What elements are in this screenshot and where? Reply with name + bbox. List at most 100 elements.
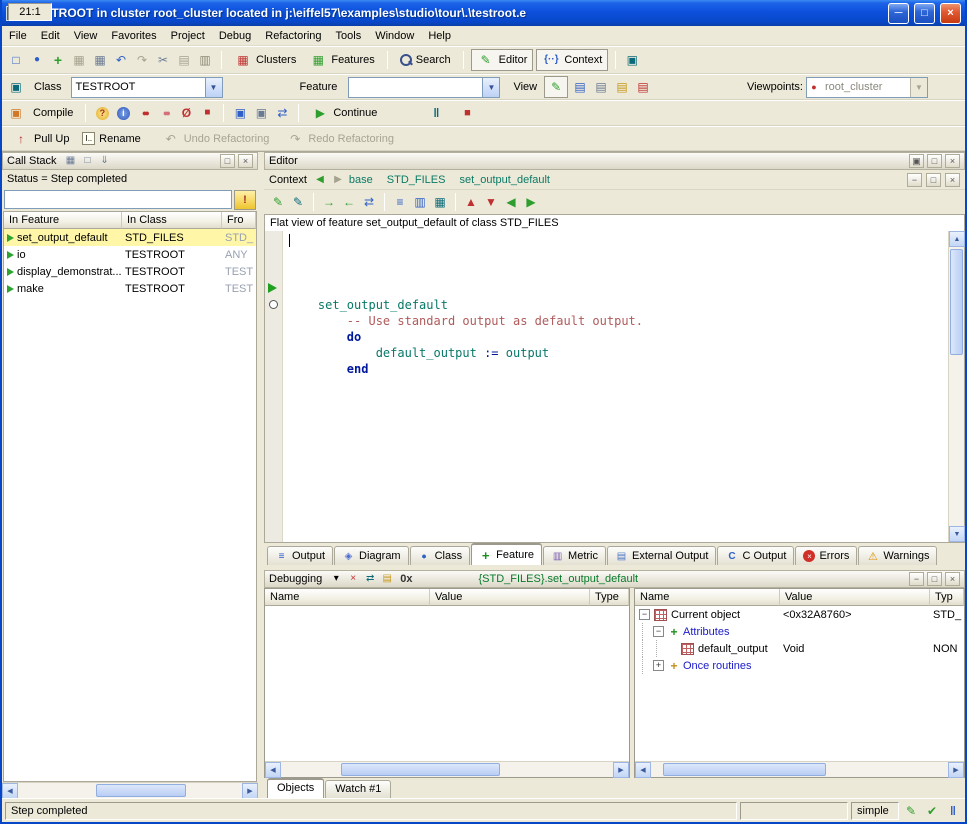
pull-up-button[interactable]: ↑ Pull Up <box>7 128 74 150</box>
system-windows-icon[interactable]: ▣ <box>252 105 270 122</box>
tab-external-output[interactable]: ▤External Output <box>607 546 716 565</box>
objects-hscrollbar[interactable]: ◀ ▶ <box>635 761 964 777</box>
tab-errors[interactable]: ×Errors <box>795 546 857 565</box>
call-stack-row[interactable]: set_output_defaultSTD_FILESSTD_ <box>4 229 256 246</box>
maximize-pane-icon[interactable]: □ <box>220 154 235 168</box>
menu-refactoring[interactable]: Refactoring <box>258 27 328 45</box>
objects-table-body[interactable]: −Current object<0x32A8760>STD_−+Attribut… <box>635 606 964 761</box>
column-header-name[interactable]: Name <box>635 589 780 606</box>
pause-button[interactable]: ‖ <box>427 105 445 122</box>
tab-c-output[interactable]: CC Output <box>717 546 794 565</box>
close-pane-icon[interactable]: × <box>945 173 960 187</box>
new-window-icon[interactable]: □ <box>7 52 25 69</box>
project-settings-icon[interactable]: ▣ <box>7 105 25 122</box>
menu-debug[interactable]: Debug <box>212 27 258 45</box>
watch-hscrollbar[interactable]: ◀ ▶ <box>265 761 629 777</box>
descendants-icon[interactable]: ▼ <box>482 194 500 211</box>
chevron-down-icon[interactable]: ▾ <box>329 573 343 586</box>
finalize-icon[interactable]: ■ <box>198 105 216 122</box>
forward-icon[interactable]: ▶ <box>331 173 345 186</box>
minimize-pane-icon[interactable]: − <box>907 173 922 187</box>
contract-view-icon[interactable]: ▤ <box>613 79 631 96</box>
undo-icon[interactable]: ↶ <box>112 52 130 69</box>
code-editor[interactable]: set_output_default -- Use standard outpu… <box>283 231 948 542</box>
menu-tools[interactable]: Tools <box>329 27 369 45</box>
back-icon[interactable]: ◀ <box>313 173 327 186</box>
column-header-typ[interactable]: Typ <box>930 589 964 606</box>
dock-pane-icon[interactable]: ⇓ <box>98 155 112 168</box>
flat-view-icon[interactable]: ▤ <box>592 79 610 96</box>
stop-button[interactable]: ■ <box>458 105 476 122</box>
chevron-down-icon[interactable]: ▼ <box>205 78 222 97</box>
close-pane-icon[interactable]: × <box>238 154 253 168</box>
minimize-button[interactable]: ─ <box>888 3 909 24</box>
save-call-stack-icon[interactable]: ▦ <box>64 155 78 168</box>
interface-view-icon[interactable]: ▤ <box>634 79 652 96</box>
breakpoint-slot-icon[interactable] <box>269 300 278 309</box>
column-header-type[interactable]: Type <box>590 589 629 606</box>
ancestors-icon[interactable]: ▲ <box>462 194 480 211</box>
column-header-fro[interactable]: Fro <box>222 212 256 229</box>
watch-table-body[interactable] <box>265 606 629 761</box>
split-view-icon[interactable]: ‖ <box>944 802 962 819</box>
close-pane-icon[interactable]: × <box>945 572 960 586</box>
column-header-value[interactable]: Value <box>430 589 590 606</box>
object-tree-row[interactable]: ++Once routines <box>635 657 964 674</box>
edit-feature-icon[interactable]: ✎ <box>269 194 287 211</box>
scroll-up-icon[interactable]: ▲ <box>949 231 965 247</box>
column-header-value[interactable]: Value <box>780 589 930 606</box>
viewpoints-combobox[interactable]: ● root_cluster ▼ <box>806 77 928 98</box>
scroll-right-icon[interactable]: ▶ <box>242 783 258 799</box>
melt-icon[interactable]: ●● <box>135 105 153 122</box>
call-stack-row[interactable]: ioTESTROOTANY <box>4 246 256 263</box>
context-path-item[interactable]: base <box>349 174 373 186</box>
scroll-left-icon[interactable]: ◀ <box>635 762 651 778</box>
scroll-right-icon[interactable]: ▶ <box>948 762 964 778</box>
scroll-down-icon[interactable]: ▼ <box>949 526 965 542</box>
tab-diagram[interactable]: ◈Diagram <box>334 546 409 565</box>
column-header-in-class[interactable]: In Class <box>122 212 222 229</box>
basic-view-button[interactable]: ✎ <box>544 76 568 98</box>
creators-icon[interactable]: ▦ <box>431 194 449 211</box>
open-file-icon[interactable]: ● <box>28 52 46 69</box>
homonyms-icon[interactable]: ▥ <box>411 194 429 211</box>
search-button[interactable]: Search <box>395 49 456 71</box>
column-header-name[interactable]: Name <box>265 589 430 606</box>
call-stack-hscrollbar[interactable]: ◀ ▶ <box>2 782 258 798</box>
tab-feature[interactable]: +Feature <box>471 543 542 565</box>
history-icon[interactable]: ≡ <box>391 194 409 211</box>
maximize-pane-icon[interactable]: □ <box>926 173 941 187</box>
clients-icon[interactable]: ◀ <box>502 194 520 211</box>
scroll-track[interactable] <box>651 762 948 777</box>
menu-file[interactable]: File <box>2 27 34 45</box>
scroll-left-icon[interactable]: ◀ <box>2 783 18 799</box>
tab-output[interactable]: ≡Output <box>267 546 333 565</box>
tree-expander-icon[interactable]: − <box>653 626 664 637</box>
undo-refactoring-button[interactable]: ↶ Undo Refactoring <box>157 128 275 150</box>
tab-warnings[interactable]: ⚠Warnings <box>858 546 937 565</box>
tree-expander-icon[interactable]: − <box>639 609 650 620</box>
scroll-thumb[interactable] <box>663 763 826 776</box>
info-icon[interactable]: i <box>114 105 132 122</box>
scroll-left-icon[interactable]: ◀ <box>265 762 281 778</box>
external-commands-icon[interactable]: ▣ <box>623 52 641 69</box>
scroll-thumb[interactable] <box>341 763 500 776</box>
callees-icon[interactable]: ← <box>340 194 358 211</box>
context-path-item[interactable]: STD_FILES <box>387 174 446 186</box>
maximize-pane-icon[interactable]: □ <box>927 572 942 586</box>
chevron-down-icon[interactable]: ▼ <box>482 78 499 97</box>
redo-refactoring-button[interactable]: ↷ Redo Refactoring <box>281 128 399 150</box>
error-info-icon[interactable]: ? <box>93 105 111 122</box>
menu-project[interactable]: Project <box>164 27 212 45</box>
menu-edit[interactable]: Edit <box>34 27 67 45</box>
notes-icon[interactable]: ▤ <box>380 573 394 586</box>
scroll-track[interactable] <box>281 762 613 777</box>
scroll-right-icon[interactable]: ▶ <box>613 762 629 778</box>
editor-vscrollbar[interactable]: ▲ ▼ <box>948 231 964 542</box>
feature-combobox[interactable]: ▼ <box>348 77 500 98</box>
suppliers-icon[interactable]: ▶ <box>522 194 540 211</box>
check-status-icon[interactable]: ✔ <box>923 802 941 819</box>
edit-mode-icon[interactable]: ✎ <box>902 802 920 819</box>
continue-button[interactable]: ▶ Continue <box>306 102 382 124</box>
call-stack-row[interactable]: display_demonstrat...TESTROOTTEST <box>4 263 256 280</box>
